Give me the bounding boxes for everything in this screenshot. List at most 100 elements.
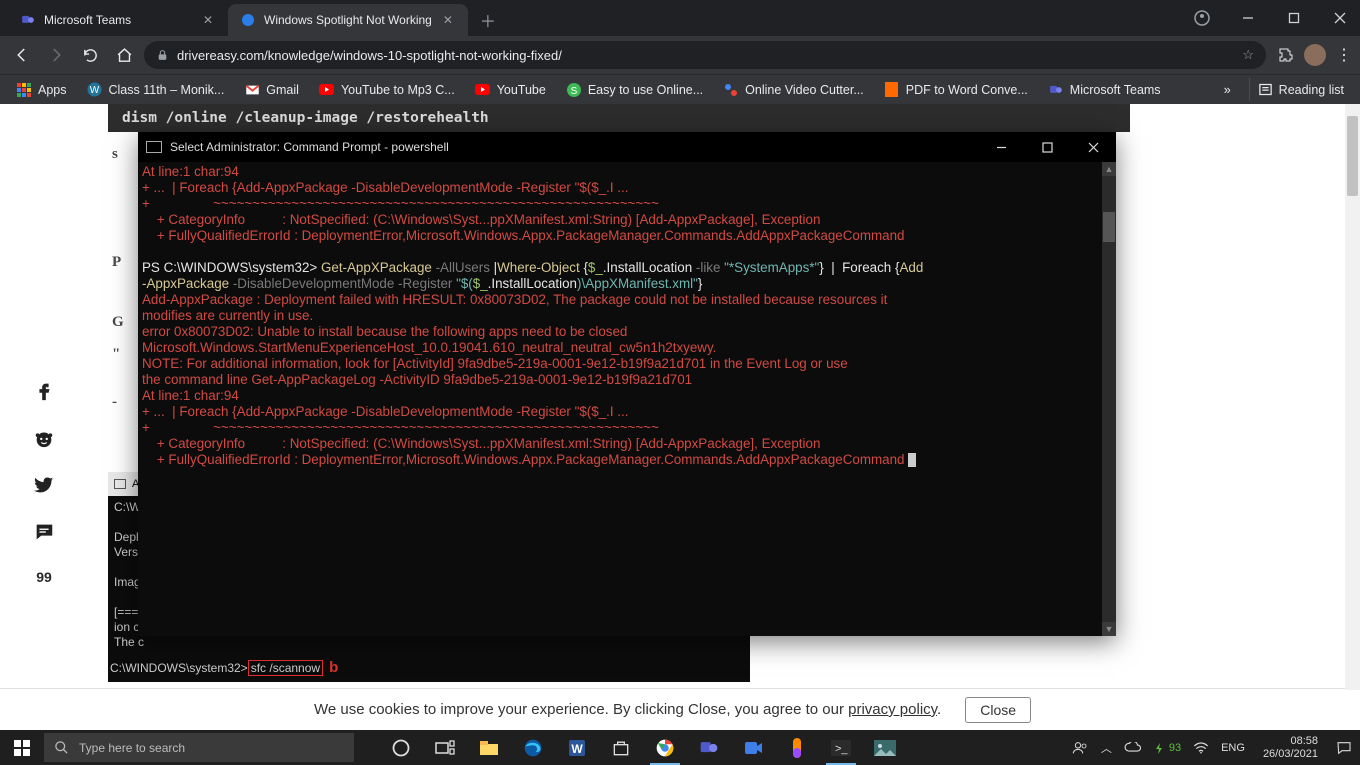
account-icon[interactable]: [1188, 4, 1216, 32]
teams-icon[interactable]: [688, 730, 730, 765]
para-letter: G: [108, 304, 124, 331]
clock[interactable]: 08:5826/03/2021: [1257, 735, 1324, 761]
comment-icon[interactable]: [33, 521, 55, 543]
bookmark-item[interactable]: PDF to Word Conve...: [876, 78, 1036, 102]
scroll-thumb[interactable]: [1347, 116, 1358, 196]
facebook-icon[interactable]: [33, 379, 55, 401]
extensions-icon[interactable]: [1278, 47, 1294, 63]
tray-chevron-icon[interactable]: ︿: [1101, 740, 1112, 756]
site-icon: S: [566, 82, 582, 98]
reload-button[interactable]: [76, 41, 104, 69]
people-icon[interactable]: [1071, 740, 1089, 756]
scroll-up-icon[interactable]: ▲: [1102, 162, 1116, 176]
ps-scrollbar[interactable]: ▲ ▼: [1102, 162, 1116, 636]
onedrive-icon[interactable]: [1124, 742, 1142, 754]
youtube-icon: [475, 82, 491, 98]
bookmark-item[interactable]: YouTube to Mp3 C...: [311, 78, 463, 102]
menu-icon[interactable]: ⋮: [1336, 45, 1352, 65]
tab-teams[interactable]: Microsoft Teams ✕: [8, 4, 228, 36]
ps-title: Select Administrator: Command Prompt - p…: [170, 140, 449, 154]
wifi-icon[interactable]: [1193, 742, 1209, 754]
bookmark-item[interactable]: YouTube: [467, 78, 554, 102]
close-icon[interactable]: [1326, 4, 1354, 32]
back-button[interactable]: [8, 41, 36, 69]
ps-output[interactable]: At line:1 char:94+ ... | Foreach {Add-Ap…: [138, 162, 1102, 636]
battery-icon[interactable]: 93: [1154, 742, 1181, 754]
close-icon[interactable]: ✕: [440, 12, 456, 28]
scroll-down-icon[interactable]: ▼: [1102, 622, 1116, 636]
address-bar[interactable]: ☆: [144, 41, 1266, 69]
teams-icon: [1048, 82, 1064, 98]
bookmark-item[interactable]: WClass 11th – Monik...: [79, 78, 233, 102]
svg-text:S: S: [570, 86, 577, 97]
social-rail: 99: [24, 379, 64, 585]
ps-titlebar[interactable]: Select Administrator: Command Prompt - p…: [138, 132, 1116, 162]
maximize-button[interactable]: [1024, 132, 1070, 162]
pdf-icon: [884, 82, 900, 98]
site-icon: [240, 12, 256, 28]
reading-list-button[interactable]: Reading list: [1249, 78, 1352, 101]
para-letter: P: [108, 244, 121, 271]
minimize-icon[interactable]: [1234, 4, 1262, 32]
terminal-icon[interactable]: >_: [820, 730, 862, 765]
cmd-icon: [146, 141, 162, 153]
code-block: dism /online /cleanup-image /restoreheal…: [108, 104, 1130, 132]
bookmark-item[interactable]: SEasy to use Online...: [558, 78, 711, 102]
maximize-icon[interactable]: [1280, 4, 1308, 32]
photos-icon[interactable]: [864, 730, 906, 765]
bookmark-item[interactable]: Microsoft Teams: [1040, 78, 1169, 102]
gmail-icon: [244, 82, 260, 98]
step-marker: b: [329, 659, 338, 676]
chrome-tabbar: Microsoft Teams ✕ Windows Spotlight Not …: [0, 0, 1360, 36]
cortana-icon[interactable]: [380, 730, 422, 765]
start-button[interactable]: [0, 730, 44, 765]
apps-button[interactable]: Apps: [8, 78, 75, 102]
tab-label: Windows Spotlight Not Working: [264, 13, 432, 27]
edge-icon[interactable]: [512, 730, 554, 765]
meet-icon[interactable]: [732, 730, 774, 765]
share-count: 99: [36, 569, 52, 585]
notifications-icon[interactable]: [1336, 740, 1352, 756]
cmd-icon: [114, 479, 126, 489]
scroll-thumb[interactable]: [1103, 212, 1115, 242]
tab-active[interactable]: Windows Spotlight Not Working ✕: [228, 4, 468, 36]
youtube-icon: [319, 82, 335, 98]
taskview-icon[interactable]: [424, 730, 466, 765]
chrome-window-controls: [1188, 0, 1360, 36]
para-letter: ": [108, 336, 120, 363]
bookmark-item[interactable]: Online Video Cutter...: [715, 78, 872, 102]
teams-icon: [20, 12, 36, 28]
chrome-icon[interactable]: [644, 730, 686, 765]
minimize-button[interactable]: [978, 132, 1024, 162]
taskbar-search[interactable]: Type here to search: [44, 733, 354, 762]
powershell-window[interactable]: Select Administrator: Command Prompt - p…: [138, 132, 1116, 636]
store-icon[interactable]: [600, 730, 642, 765]
chrome-navbar: ☆ ⋮: [0, 36, 1360, 74]
readinglist-icon: [1258, 82, 1273, 97]
star-icon[interactable]: ☆: [1242, 47, 1254, 63]
close-button[interactable]: [1070, 132, 1116, 162]
lang-indicator[interactable]: ENG: [1221, 742, 1245, 754]
word-icon[interactable]: W: [556, 730, 598, 765]
app-icon[interactable]: [776, 730, 818, 765]
para-letter: -: [108, 384, 117, 411]
cookie-close-button[interactable]: Close: [965, 697, 1031, 723]
twitter-icon[interactable]: [32, 475, 56, 495]
bookmarks-overflow[interactable]: »: [1218, 83, 1237, 97]
explorer-icon[interactable]: [468, 730, 510, 765]
taskbar-apps: W >_: [380, 730, 906, 765]
home-button[interactable]: [110, 41, 138, 69]
close-icon[interactable]: ✕: [200, 12, 216, 28]
svg-text:W: W: [90, 85, 100, 96]
privacy-link[interactable]: privacy policy: [848, 701, 937, 718]
page-scrollbar[interactable]: [1345, 104, 1360, 690]
bookmark-item[interactable]: Gmail: [236, 78, 307, 102]
system-tray: ︿ 93 ENG 08:5826/03/2021: [1063, 735, 1360, 761]
forward-button[interactable]: [42, 41, 70, 69]
search-icon: [54, 740, 69, 755]
svg-text:W: W: [571, 742, 583, 756]
profile-avatar[interactable]: [1304, 44, 1326, 66]
url-input[interactable]: [177, 48, 1234, 63]
reddit-icon[interactable]: [32, 427, 56, 449]
new-tab-button[interactable]: ＋: [474, 6, 502, 34]
